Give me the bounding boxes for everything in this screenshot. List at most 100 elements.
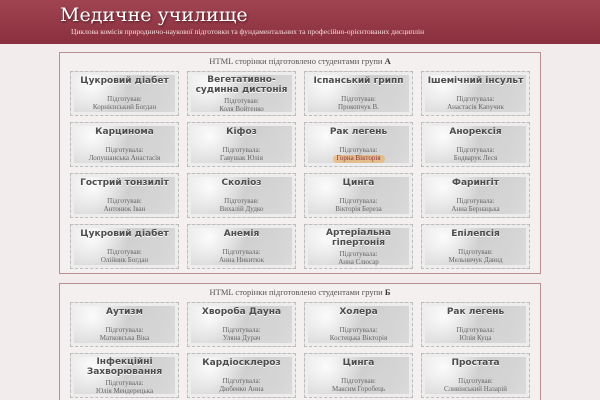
topic-card-author: Вікторія Береза [335, 205, 382, 213]
topic-card-author: Юлія Мендерецька [95, 387, 154, 395]
topic-card-author: Коля Войтенко [219, 105, 264, 113]
topic-card-prepared-by-label: Підготувала: [105, 379, 144, 387]
topic-card-title[interactable]: Анорексія [422, 127, 529, 137]
topic-card[interactable]: Анорексія Підготувала: Бодварук Леся [421, 122, 530, 167]
group-a-section: HTML сторінки підготовлено студентами гр… [59, 52, 541, 274]
topic-card[interactable]: Холера Підготувала: Костецька Вікторія [304, 302, 413, 347]
topic-card-prepared-by-label: Підготувала: [222, 248, 261, 256]
topic-card-title[interactable]: Цукровий діабет [71, 229, 178, 239]
topic-card-author: Анна Никитюк [218, 256, 265, 264]
topic-card-author: Юлія Куца [459, 334, 492, 342]
topic-card-prepared-by-label: Підготувала: [222, 326, 261, 334]
topic-card-prepared-by-label: Підготувала: [339, 197, 378, 205]
topic-card-author: Анастасія Капучик [447, 103, 504, 111]
topic-card-title[interactable]: Хвороба Дауна [188, 307, 295, 317]
group-a-title-prefix: HTML сторінки підготовлено студентами гр… [209, 56, 383, 66]
topic-card-title[interactable]: Цинга [305, 358, 412, 368]
topic-card-author: Уляна Дурач [222, 334, 261, 342]
topic-card-prepared-by-label: Підготував: [458, 248, 493, 256]
topic-card-prepared-by-label: Підготував: [224, 97, 259, 105]
topic-card-prepared-by-label: Підготував: [107, 95, 142, 103]
topic-card[interactable]: Кардіосклероз Підготувала: Дюбенко Анна [187, 353, 296, 398]
topic-card[interactable]: Анемія Підготувала: Анна Никитюк [187, 224, 296, 269]
topic-card-prepared-by-label: Підготувала: [339, 326, 378, 334]
topic-card-prepared-by-label: Підготувала: [339, 146, 378, 154]
topic-card-prepared-by-label: Підготував: [107, 248, 142, 256]
topic-card[interactable]: Рак легень Підготувала: Юлія Куца [421, 302, 530, 347]
topic-card-author: Прокопчук В. [338, 103, 379, 111]
topic-card-title[interactable]: Вегетативно-судинна дистонія [188, 75, 295, 95]
topic-card-author: Бодварук Леся [453, 154, 498, 162]
topic-card-author: Корнієнський Богдан [92, 103, 157, 111]
topic-card-title[interactable]: Артеріальна гіпертонія [305, 228, 412, 248]
topic-card-title[interactable]: Інфекційні Захворювання [71, 357, 178, 377]
site-header: Медичне училище Циклова комісія природни… [0, 0, 600, 44]
topic-card-title[interactable]: Кардіосклероз [188, 358, 295, 368]
topic-card[interactable]: Епілепсія Підготував: Мельничук Давид [421, 224, 530, 269]
topic-card[interactable]: Цукровий діабет Підготував: Корнієнський Б… [70, 71, 179, 116]
topic-card-prepared-by-label: Підготувала: [456, 95, 495, 103]
topic-card[interactable]: Іспанський грипп Підготував: Прокопчук В. [304, 71, 413, 116]
topic-card-title[interactable]: Епілепсія [422, 229, 529, 239]
topic-card-author: Матковська Віка [99, 334, 150, 342]
topic-card[interactable]: Цукровий діабет Підготував: Олійник Богдан [70, 224, 179, 269]
topic-card-title[interactable]: Простата [422, 358, 529, 368]
topic-card[interactable]: Простата Підготував: Сливінський Назарій [421, 353, 530, 398]
group-b-title-prefix: HTML сторінки підготовлено студентами гр… [209, 287, 383, 297]
group-a-title: HTML сторінки підготовлено студентами гр… [60, 56, 540, 66]
topic-card-author: Максим Горобець [331, 385, 386, 393]
topic-card-author: Горна Вікторія [336, 154, 381, 162]
group-b-title-letter: Б [384, 287, 391, 297]
topic-card-prepared-by-label: Підготував: [224, 197, 259, 205]
topic-card[interactable]: Ішемічний інсульт Підготувала: Анастасія К… [421, 71, 530, 116]
topic-card-prepared-by-label: Підготувала: [222, 146, 261, 154]
topic-card-title[interactable]: Ішемічний інсульт [422, 76, 529, 86]
topic-card-author: Антонюк Іван [103, 205, 146, 213]
group-b-section: HTML сторінки підготовлено студентами гр… [59, 283, 541, 400]
topic-card-title[interactable]: Карцинома [71, 127, 178, 137]
topic-card-title[interactable]: Фарингіт [422, 178, 529, 188]
topic-card-title[interactable]: Холера [305, 307, 412, 317]
topic-card[interactable]: Артеріальна гіпертонія Підготувала: Анна С… [304, 224, 413, 269]
topic-card-author: Лопушанська Анастасія [88, 154, 161, 162]
topic-card[interactable]: Аутизм Підготувала: Матковська Віка [70, 302, 179, 347]
topic-card-title[interactable]: Цукровий діабет [71, 76, 178, 86]
topic-card[interactable]: Сколіоз Підготував: Вихалій Дудко [187, 173, 296, 218]
topic-card-title[interactable]: Іспанський грипп [305, 76, 412, 86]
topic-card-title[interactable]: Гострий тонзиліт [71, 178, 178, 188]
topic-card[interactable]: Інфекційні Захворювання Підготувала: Юлія … [70, 353, 179, 398]
topic-card-title[interactable]: Цинга [305, 178, 412, 188]
topic-card-prepared-by-label: Підготувала: [222, 377, 261, 385]
topic-card-prepared-by-label: Підготувала: [456, 197, 495, 205]
topic-card[interactable]: Цинга Підготувала: Вікторія Береза [304, 173, 413, 218]
topic-card[interactable]: Рак легень Підготувала: Горна Вікторія [304, 122, 413, 167]
topic-card-prepared-by-label: Підготувала: [105, 326, 144, 334]
topic-card-author: Анна Бернацька [451, 205, 500, 213]
topic-card[interactable]: Вегетативно-судинна дистонія Підготував: К… [187, 71, 296, 116]
topic-card-prepared-by-label: Підготував: [341, 95, 376, 103]
topic-card-title[interactable]: Рак легень [305, 127, 412, 137]
topic-card-author: Гавушак Юлія [220, 154, 263, 162]
topic-card-author: Костецька Вікторія [329, 334, 388, 342]
topic-card-title[interactable]: Сколіоз [188, 178, 295, 188]
topic-card-author: Вихалій Дудко [219, 205, 264, 213]
topic-card[interactable]: Фарингіт Підготувала: Анна Бернацька [421, 173, 530, 218]
topic-card-title[interactable]: Анемія [188, 229, 295, 239]
topic-card[interactable]: Гострий тонзиліт Підготував: Антонюк Іван [70, 173, 179, 218]
group-a-title-letter: А [384, 56, 391, 66]
site-subtitle: Циклова комісія природничо-наукової підг… [71, 27, 425, 36]
site-title: Медичне училище [60, 4, 248, 26]
topic-card-prepared-by-label: Підготував: [458, 377, 493, 385]
topic-card-author: Анна Слюсар [338, 258, 379, 266]
topic-card[interactable]: Цинга Підготував: Максим Горобець [304, 353, 413, 398]
topic-card-prepared-by-label: Підготував: [107, 197, 142, 205]
topic-card-author: Сливінський Назарій [443, 385, 508, 393]
topic-card[interactable]: Карцинома Підготувала: Лопушанська Анастас… [70, 122, 179, 167]
topic-card-title[interactable]: Рак легень [422, 307, 529, 317]
topic-card[interactable]: Кіфоз Підготувала: Гавушак Юлія [187, 122, 296, 167]
topic-card-author: Дюбенко Анна [219, 385, 264, 393]
topic-card-title[interactable]: Аутизм [71, 307, 178, 317]
topic-card-prepared-by-label: Підготувала: [456, 326, 495, 334]
topic-card[interactable]: Хвороба Дауна Підготувала: Уляна Дурач [187, 302, 296, 347]
topic-card-title[interactable]: Кіфоз [188, 127, 295, 137]
